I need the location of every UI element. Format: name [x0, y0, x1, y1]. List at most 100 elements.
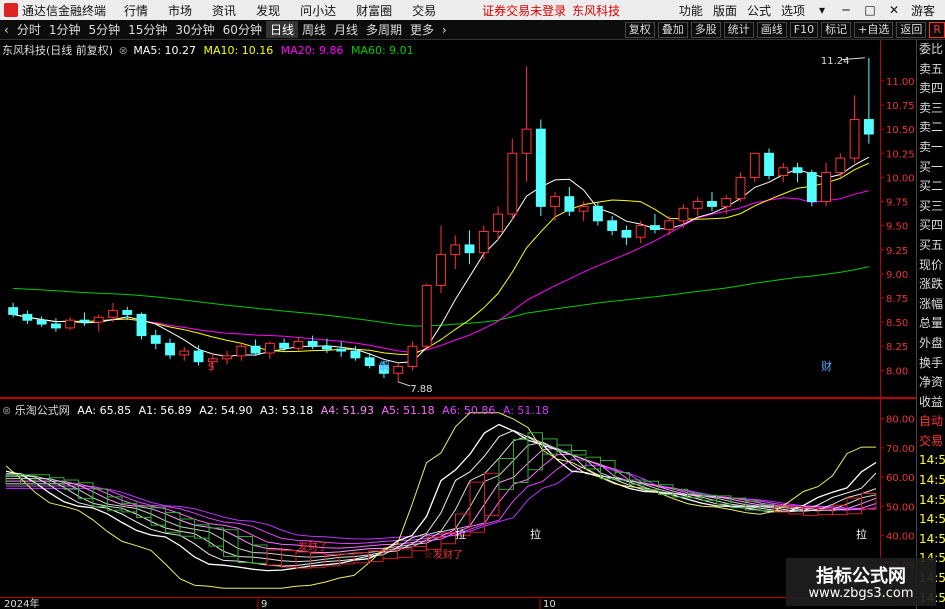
legend-a3: A3: 53.18: [260, 404, 314, 417]
close-icon[interactable]: ✕: [887, 3, 901, 17]
menu-formula[interactable]: 公式: [747, 2, 771, 19]
sidebar-item[interactable]: 净资: [917, 373, 945, 393]
period-monthly[interactable]: 月线: [330, 21, 362, 38]
menu-ask[interactable]: 问小达: [300, 2, 336, 19]
menu-layout[interactable]: 版面: [713, 2, 737, 19]
period-30min[interactable]: 30分钟: [171, 21, 218, 38]
menu-quotes[interactable]: 行情: [124, 2, 148, 19]
chart-tools: 复权 叠加 多股 统计 画线 F10 标记 +自选 返回 R: [622, 20, 945, 40]
sidebar-item[interactable]: 买五: [917, 236, 945, 256]
login-notice[interactable]: 证券交易未登录: [482, 2, 566, 19]
candle: [849, 95, 860, 163]
indicator-close-icon[interactable]: ⊗: [119, 44, 128, 57]
signal-box: [513, 439, 529, 483]
tool-back[interactable]: 返回: [896, 22, 927, 38]
sub-indicator-chart[interactable]: 80.0070.0060.0050.0040.0030.00 拉拉拉发财了☆发财…: [0, 398, 916, 597]
sidebar-item[interactable]: 14:56: [917, 510, 945, 530]
sidebar-item[interactable]: 换手: [917, 354, 945, 374]
legend-aa: AA: 65.85: [77, 404, 132, 417]
ma5-label: MA5: 10.27: [133, 44, 197, 57]
period-5min[interactable]: 5分钟: [84, 21, 124, 38]
sidebar-item[interactable]: 卖五: [917, 60, 945, 80]
candle: [692, 196, 703, 216]
sidebar-item[interactable]: 卖三: [917, 99, 945, 119]
sidebar-item[interactable]: 14:56: [917, 491, 945, 511]
tool-mark[interactable]: 标记: [821, 22, 852, 38]
period-weekly[interactable]: 周线: [298, 21, 330, 38]
r-badge[interactable]: R: [929, 22, 945, 38]
settings-icon[interactable]: ▾: [815, 3, 829, 17]
sidebar-item[interactable]: 卖二: [917, 118, 945, 138]
scroll-left-icon[interactable]: ‹: [0, 23, 13, 37]
menu-news[interactable]: 资讯: [212, 2, 236, 19]
main-candlestick-chart[interactable]: 11.00 10.75 10.50 10.25 10.00 9.75 9.50 9.25 9.0…: [0, 40, 916, 398]
sidebar-item[interactable]: 委比: [917, 40, 945, 60]
sidebar-item[interactable]: 现价: [917, 256, 945, 276]
sidebar-item[interactable]: 买四: [917, 216, 945, 236]
menu-discover[interactable]: 发现: [256, 2, 280, 19]
sidebar-item[interactable]: 14:56: [917, 530, 945, 550]
tool-multi-stock[interactable]: 多股: [690, 22, 721, 38]
minimize-icon[interactable]: ─: [839, 3, 853, 17]
candle: [650, 214, 660, 234]
scroll-right-icon[interactable]: ›: [438, 23, 451, 37]
watermark-url: www.zbgs3.com: [808, 586, 914, 601]
menu-market[interactable]: 市场: [168, 2, 192, 19]
period-60min[interactable]: 60分钟: [219, 21, 266, 38]
candle: [93, 314, 104, 332]
sidebar-item[interactable]: 涨幅: [917, 295, 945, 315]
event-mark[interactable]: $: [208, 360, 215, 373]
candle: [421, 283, 432, 350]
price-tick-label: 10.25: [886, 149, 915, 160]
period-15min[interactable]: 15分钟: [124, 21, 171, 38]
period-more[interactable]: 更多: [406, 21, 438, 38]
sidebar-item[interactable]: 卖四: [917, 79, 945, 99]
sub-close-icon[interactable]: ⊗: [2, 404, 11, 417]
sidebar-item[interactable]: 14:56: [917, 471, 945, 491]
price-tick-label: 8.75: [886, 294, 908, 305]
tool-stats[interactable]: 统计: [723, 22, 754, 38]
menu-options[interactable]: 选项: [781, 2, 805, 19]
period-intraday[interactable]: 分时: [13, 21, 45, 38]
sidebar-item[interactable]: 交易: [917, 432, 945, 452]
candle: [222, 351, 232, 365]
guest-label[interactable]: 游客: [911, 2, 935, 19]
period-1min[interactable]: 1分钟: [45, 21, 85, 38]
sidebar-item[interactable]: 自动: [917, 412, 945, 432]
tool-adjust[interactable]: 复权: [624, 22, 655, 38]
period-toolbar: ‹ 分时 1分钟 5分钟 15分钟 30分钟 60分钟 日线 周线 月线 多周期…: [0, 20, 945, 40]
event-mark[interactable]: 财: [821, 359, 832, 373]
candle: [65, 317, 76, 330]
menu-wealth[interactable]: 财富圈: [356, 2, 392, 19]
window-controls: 功能 版面 公式 选项 ▾ ─ □ ✕ 游客: [679, 0, 945, 20]
sidebar-item[interactable]: 卖一: [917, 138, 945, 158]
legend-a2: A2: 54.90: [199, 404, 253, 417]
sidebar-item[interactable]: 买一: [917, 158, 945, 178]
sidebar-item[interactable]: 收益: [917, 393, 945, 413]
sidebar-item[interactable]: 总量: [917, 314, 945, 334]
sidebar-item[interactable]: 14:56: [917, 451, 945, 471]
candle: [236, 343, 247, 361]
sidebar-item[interactable]: 买二: [917, 177, 945, 197]
candle: [150, 329, 161, 350]
candle: [507, 138, 518, 221]
period-multi[interactable]: 多周期: [362, 21, 406, 38]
ma10-label: MA10: 10.16: [203, 44, 274, 57]
candle: [635, 220, 646, 244]
candle: [821, 162, 832, 207]
tool-f10[interactable]: F10: [789, 22, 819, 38]
menu-function[interactable]: 功能: [679, 2, 703, 19]
candle: [193, 345, 204, 366]
period-daily[interactable]: 日线: [265, 21, 298, 38]
indicator-axis: 80.0070.0060.0050.0040.0030.00: [880, 415, 915, 572]
sidebar-item[interactable]: 涨跌: [917, 275, 945, 295]
menu-trade[interactable]: 交易: [412, 2, 436, 19]
maximize-icon[interactable]: □: [863, 3, 877, 17]
tool-draw[interactable]: 画线: [756, 22, 787, 38]
sidebar-item[interactable]: 外盘: [917, 334, 945, 354]
tool-overlay[interactable]: 叠加: [657, 22, 688, 38]
candle: [835, 153, 846, 178]
sidebar-item[interactable]: 买三: [917, 197, 945, 217]
event-mark[interactable]: 解: [379, 359, 390, 373]
tool-add-watch[interactable]: +自选: [854, 22, 894, 38]
